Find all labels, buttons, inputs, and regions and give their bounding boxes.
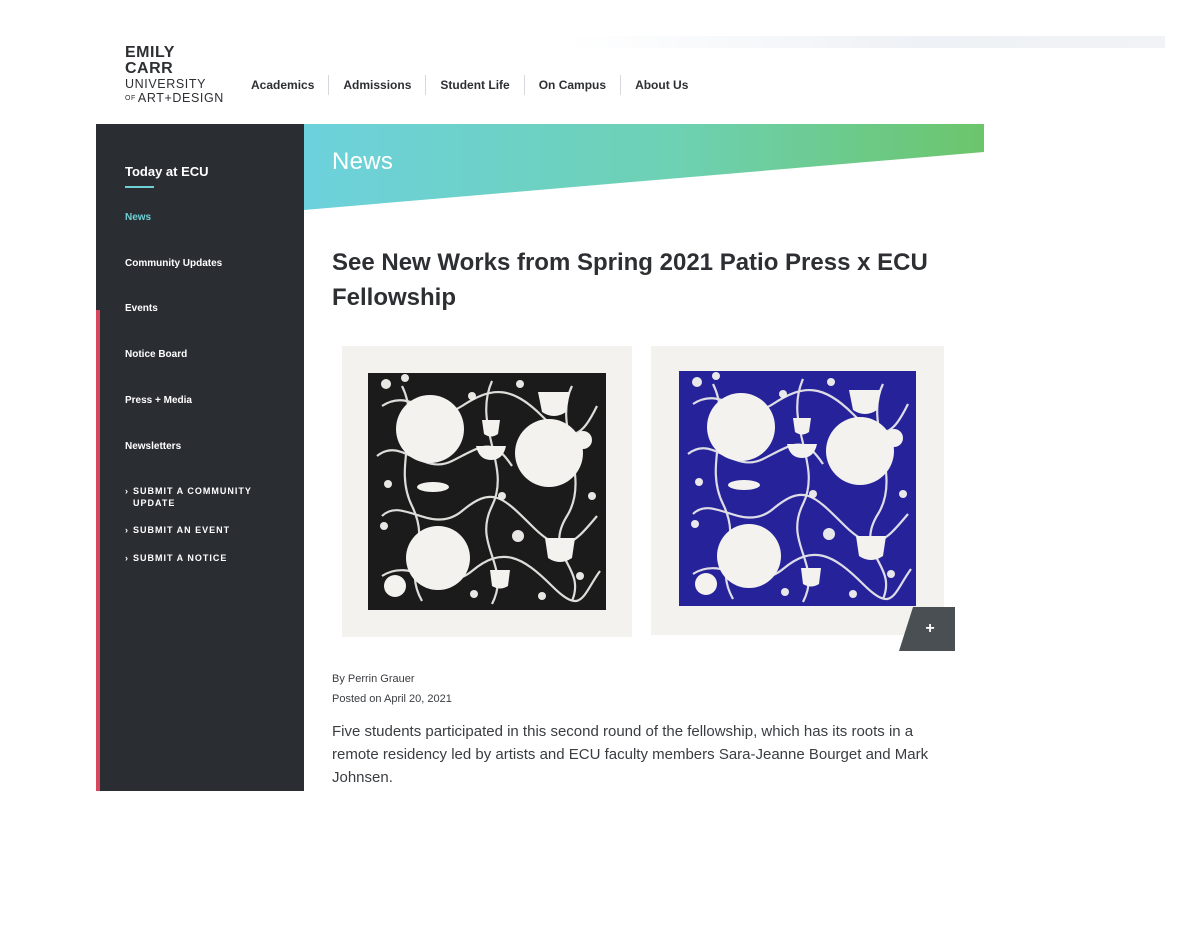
logo-line-university: UNIVERSITY	[125, 77, 207, 91]
print-image-blue[interactable]	[651, 346, 944, 635]
chevron-right-icon: ›	[125, 525, 129, 535]
sidebar-item-news[interactable]: News	[125, 212, 151, 223]
sidebar-item-events[interactable]: Events	[125, 303, 158, 314]
sidebar-link-label: SUBMIT A NOTICE	[133, 553, 228, 563]
sidebar-item-notice-board[interactable]: Notice Board	[125, 349, 187, 360]
logo-art-design-text: ART+DESIGN	[137, 90, 224, 105]
sidebar-accent-bar	[96, 310, 100, 791]
logo-of: OF	[125, 94, 136, 102]
article-byline: By Perrin Grauer	[332, 673, 415, 685]
nav-on-campus[interactable]: On Campus	[525, 75, 622, 95]
sidebar-link-label: SUBMIT AN EVENT	[133, 525, 231, 535]
sidebar-item-press-media[interactable]: Press + Media	[125, 395, 192, 406]
nav-academics[interactable]: Academics	[237, 75, 330, 95]
nav-about-us[interactable]: About Us	[621, 75, 702, 95]
sidebar-title-underline	[125, 186, 154, 188]
article-body: Five students participated in this secon…	[332, 723, 929, 786]
print-image-black[interactable]	[342, 346, 632, 637]
logo-line-art-design: OF ART+DESIGN	[125, 90, 224, 105]
sidebar-link-submit-community-update[interactable]: › SUBMIT A COMMUNITY UPDATE	[125, 485, 275, 509]
plus-icon: +	[925, 620, 935, 637]
logo-line-carr: CARR	[125, 60, 174, 77]
news-banner	[304, 124, 984, 210]
sidebar-item-newsletters[interactable]: Newsletters	[125, 441, 181, 452]
nav-admissions[interactable]: Admissions	[329, 75, 427, 95]
nav-student-life[interactable]: Student Life	[426, 75, 525, 95]
floral-print-black	[368, 373, 606, 610]
sidebar-link-submit-notice[interactable]: › SUBMIT A NOTICE	[125, 552, 275, 564]
banner-title: News	[332, 148, 394, 175]
sidebar-item-community-updates[interactable]: Community Updates	[125, 258, 222, 269]
sidebar-link-submit-event[interactable]: › SUBMIT AN EVENT	[125, 524, 275, 536]
floral-print-blue	[679, 371, 916, 606]
sidebar-title[interactable]: Today at ECU	[125, 164, 209, 179]
sidebar: Today at ECU News Community Updates Even…	[96, 124, 304, 791]
sidebar-link-label: SUBMIT A COMMUNITY UPDATE	[133, 486, 252, 508]
main-nav: Academics Admissions Student Life On Cam…	[237, 74, 702, 96]
top-decorative-band	[565, 36, 1165, 48]
logo-line-emily: EMILY	[125, 44, 175, 61]
chevron-right-icon: ›	[125, 486, 129, 496]
chevron-right-icon: ›	[125, 553, 129, 563]
article-date: Posted on April 20, 2021	[332, 693, 452, 705]
ecu-logo[interactable]: EMILY CARR UNIVERSITY OF ART+DESIGN	[125, 45, 224, 104]
article-title: See New Works from Spring 2021 Patio Pre…	[332, 249, 928, 311]
